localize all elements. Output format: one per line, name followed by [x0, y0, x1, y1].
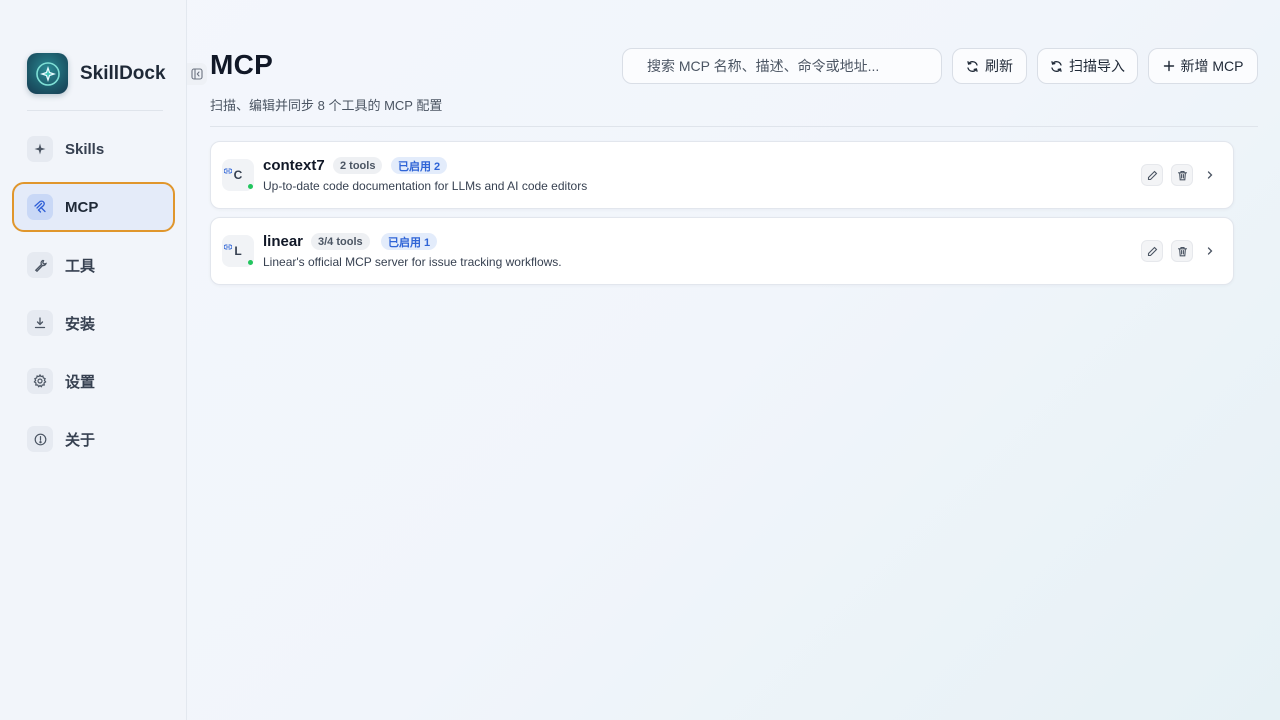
- app-name: SkillDock: [80, 62, 166, 84]
- server-description: Up-to-date code documentation for LLMs a…: [263, 179, 588, 193]
- sync-icon: [1050, 60, 1063, 73]
- tools-count-badge: 3/4 tools: [311, 233, 370, 250]
- tools-count-badge: 2 tools: [333, 157, 383, 174]
- status-dot: [248, 184, 253, 189]
- sidebar-item-label: MCP: [65, 198, 99, 216]
- link-icon: [223, 237, 233, 255]
- refresh-button[interactable]: 刷新: [952, 48, 1027, 84]
- main-content: MCP 扫描、编辑并同步 8 个工具的 MCP 配置 刷新 扫描导入: [210, 0, 1258, 720]
- enabled-count-badge: 已启用 1: [381, 233, 438, 250]
- mcp-server-card[interactable]: C context7 2 tools 已启用 2 Up-to-date code…: [210, 141, 1234, 209]
- sidebar-item-tools[interactable]: 工具: [12, 240, 175, 290]
- info-icon: [27, 426, 53, 452]
- wrench-icon: [27, 252, 53, 278]
- sidebar-item-install[interactable]: 安装: [12, 298, 175, 348]
- pencil-icon: [1147, 246, 1157, 256]
- scan-import-label: 扫描导入: [1069, 58, 1125, 74]
- plus-icon: [1163, 60, 1175, 72]
- mcp-server-card[interactable]: L linear 3/4 tools 已启用 1 Linear's offici…: [210, 217, 1234, 285]
- search-box[interactable]: [622, 48, 942, 84]
- sidebar-nav: Skills MCP 工具 安装 设置 关于: [12, 124, 175, 472]
- sidebar-divider: [27, 110, 163, 111]
- sidebar-item-mcp[interactable]: MCP: [12, 182, 175, 232]
- server-description: Linear's official MCP server for issue t…: [263, 255, 562, 269]
- sidebar-item-label: 设置: [65, 373, 96, 391]
- sidebar-collapse-icon[interactable]: [187, 63, 207, 85]
- search-input[interactable]: [647, 58, 941, 74]
- server-initial: L: [234, 244, 242, 258]
- download-icon: [27, 310, 53, 336]
- server-initial: C: [233, 168, 243, 182]
- sidebar-item-label: 工具: [65, 257, 96, 275]
- delete-button[interactable]: [1171, 164, 1193, 186]
- edit-button[interactable]: [1141, 240, 1163, 262]
- pencil-icon: [1147, 170, 1157, 180]
- delete-button[interactable]: [1171, 240, 1193, 262]
- scan-import-button[interactable]: 扫描导入: [1037, 48, 1138, 84]
- add-mcp-label: 新增 MCP: [1180, 58, 1244, 74]
- sidebar-item-about[interactable]: 关于: [12, 414, 175, 464]
- sidebar-item-settings[interactable]: 设置: [12, 356, 175, 406]
- add-mcp-button[interactable]: 新增 MCP: [1148, 48, 1258, 84]
- server-name: linear: [263, 233, 304, 250]
- expand-button[interactable]: [1201, 240, 1219, 262]
- trash-icon: [1177, 246, 1187, 256]
- enabled-count-badge: 已启用 2: [391, 157, 448, 174]
- refresh-label: 刷新: [985, 58, 1013, 74]
- refresh-icon: [966, 60, 979, 73]
- page-title: MCP: [210, 49, 274, 80]
- trash-icon: [1177, 170, 1187, 180]
- chevron-right-icon: [1207, 171, 1213, 179]
- brand: SkillDock: [27, 53, 166, 94]
- sidebar: SkillDock Skills MCP 工具 安装 设置 关于: [0, 0, 187, 720]
- sidebar-item-label: 关于: [65, 431, 96, 449]
- skilldock-logo-icon: [27, 53, 68, 94]
- header-divider: [210, 126, 1258, 127]
- status-dot: [248, 260, 253, 265]
- chevron-right-icon: [1207, 247, 1213, 255]
- expand-button[interactable]: [1201, 164, 1219, 186]
- page-subtitle: 扫描、编辑并同步 8 个工具的 MCP 配置: [210, 98, 443, 113]
- gear-icon: [27, 368, 53, 394]
- server-name: context7: [263, 157, 325, 174]
- sidebar-item-label: Skills: [65, 140, 105, 158]
- link-icon: [223, 161, 233, 179]
- sparkle-icon: [27, 136, 53, 162]
- edit-button[interactable]: [1141, 164, 1163, 186]
- sidebar-item-skills[interactable]: Skills: [12, 124, 175, 174]
- sidebar-item-label: 安装: [65, 315, 96, 333]
- mcp-icon: [27, 194, 53, 220]
